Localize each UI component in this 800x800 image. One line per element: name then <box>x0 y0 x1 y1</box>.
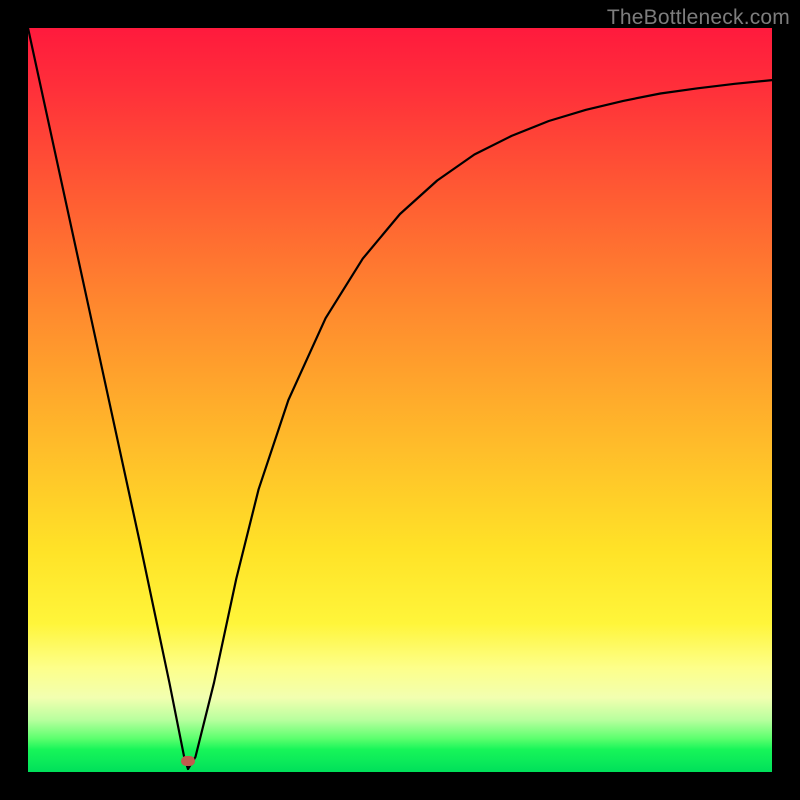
bottleneck-curve <box>28 28 772 772</box>
plot-area <box>28 28 772 772</box>
minimum-marker <box>181 756 195 766</box>
watermark-text: TheBottleneck.com <box>607 6 790 30</box>
chart-frame: TheBottleneck.com <box>0 0 800 800</box>
